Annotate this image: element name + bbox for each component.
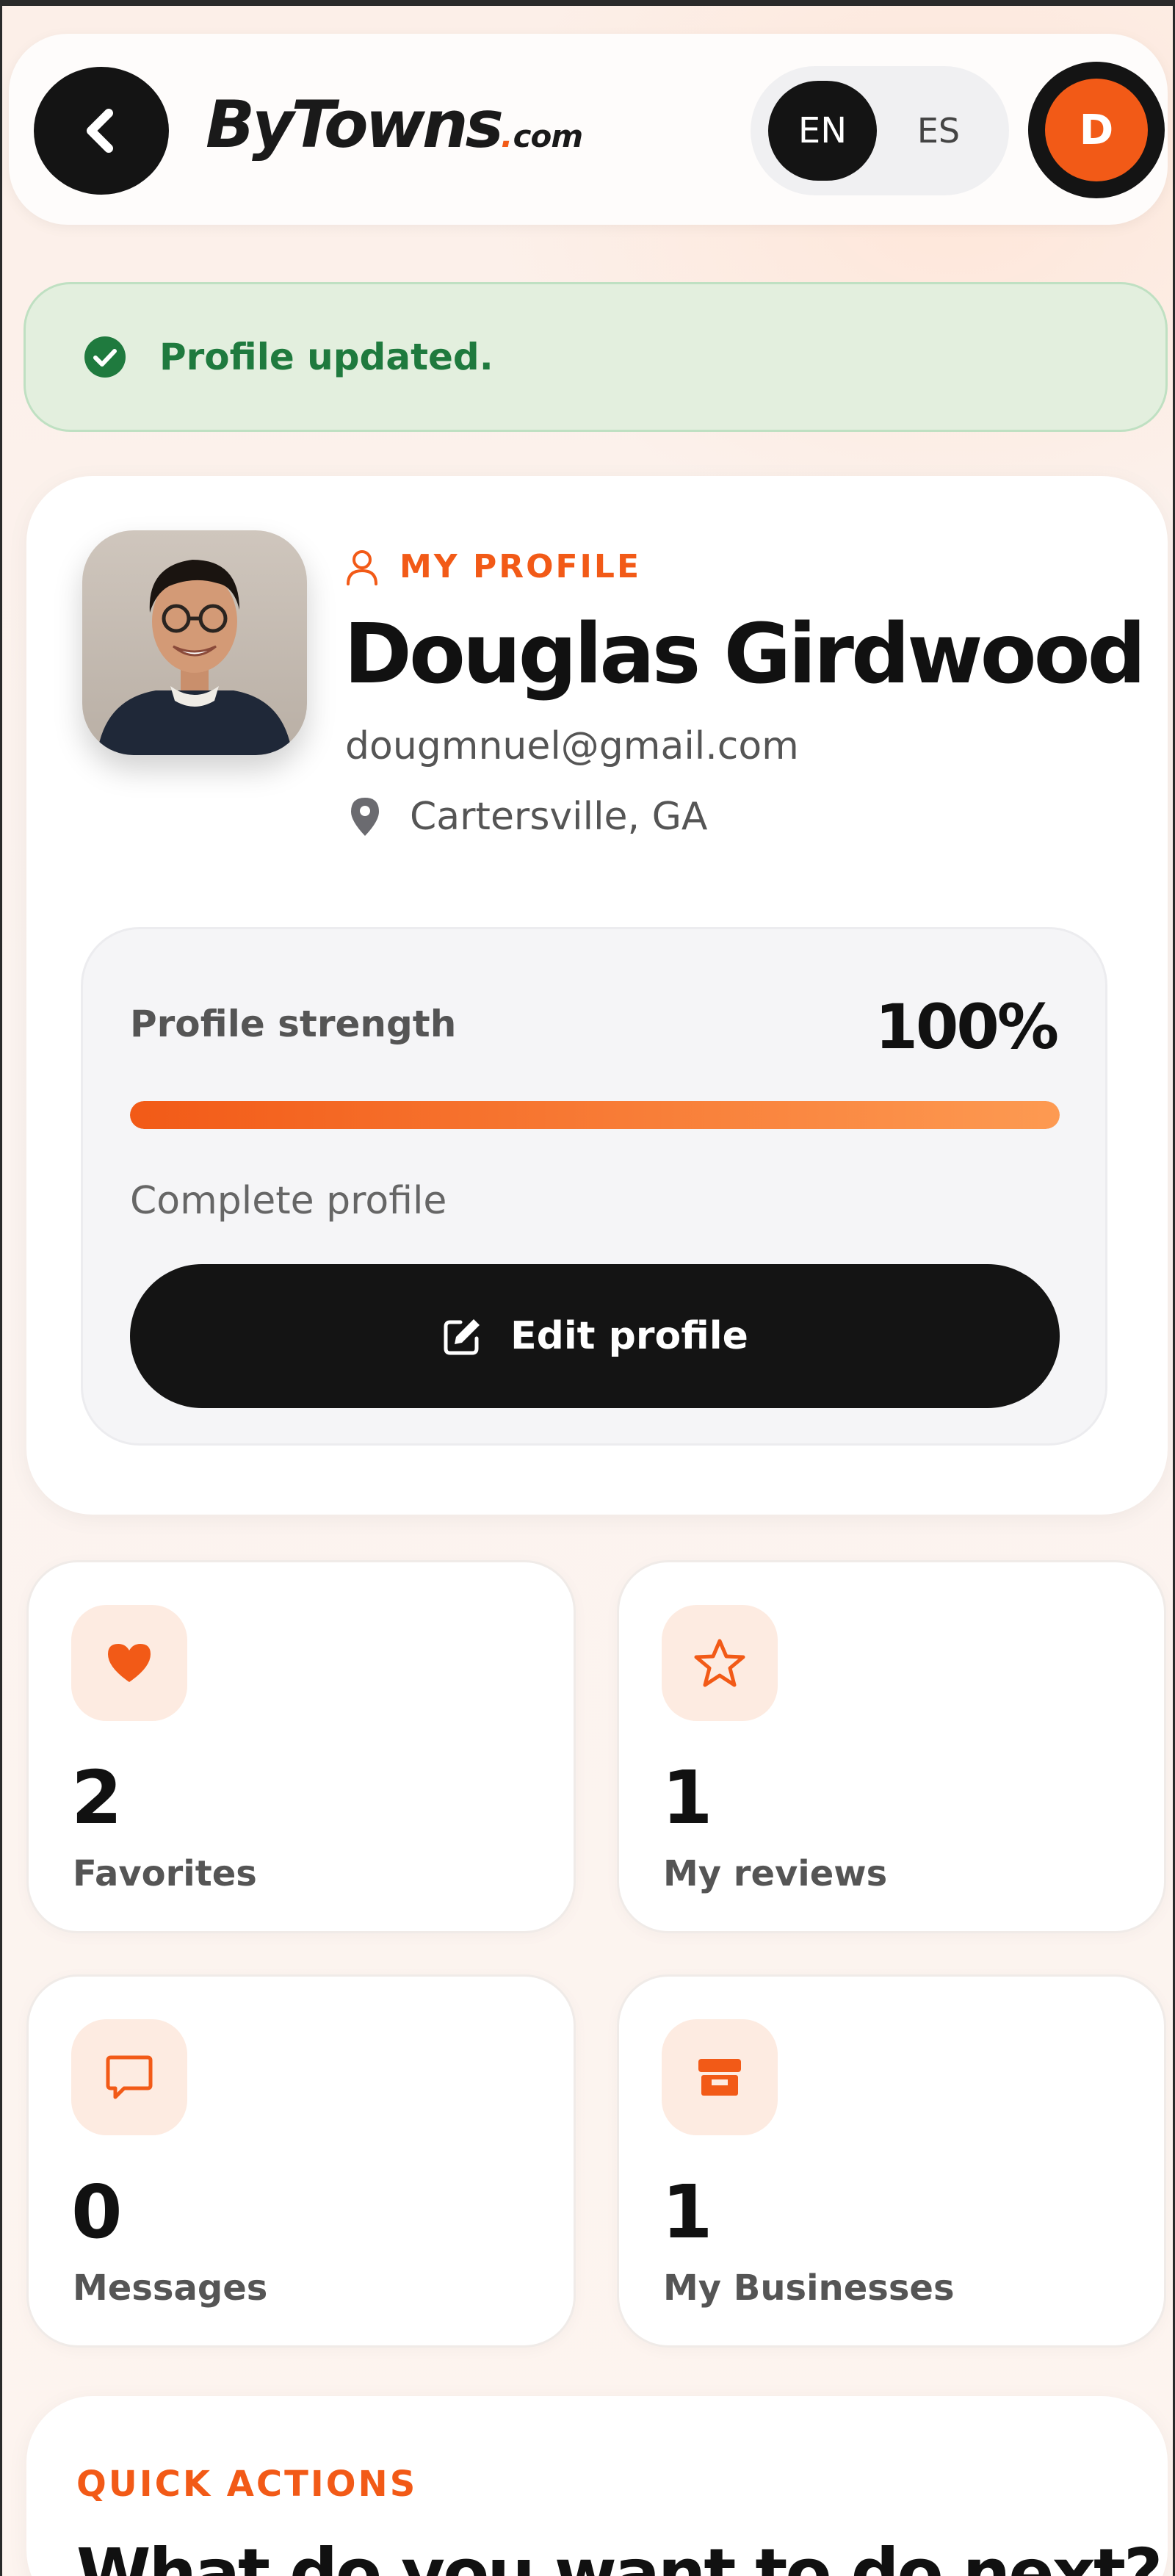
user-avatar-initial: D <box>1045 79 1148 181</box>
profile-location: Cartersville, GA <box>350 795 707 839</box>
messages-label: Messages <box>73 2267 268 2309</box>
stat-icon-badge <box>662 1605 778 1721</box>
businesses-label: My Businesses <box>663 2267 955 2309</box>
profile-strength-value: 100% <box>875 991 1059 1063</box>
star-icon <box>694 1639 745 1687</box>
reviews-count: 1 <box>662 1755 713 1841</box>
language-es-button[interactable]: ES <box>887 81 990 181</box>
logo-main-text: ByTowns <box>206 87 504 162</box>
window-frame-left <box>0 0 2 2576</box>
profile-photo-image <box>82 530 307 755</box>
businesses-stat-card[interactable]: 1 My Businesses <box>617 1974 1166 2348</box>
reviews-stat-card[interactable]: 1 My reviews <box>617 1560 1166 1933</box>
reviews-label: My reviews <box>663 1853 888 1894</box>
user-menu-button[interactable]: D <box>1028 62 1165 198</box>
messages-stat-card[interactable]: 0 Messages <box>26 1974 576 2348</box>
back-button[interactable] <box>34 67 169 195</box>
logo-suffix: com <box>513 118 584 154</box>
quick-actions-card: QUICK ACTIONS What do you want to do nex… <box>26 2396 1168 2576</box>
edit-icon <box>444 1319 480 1355</box>
stat-icon-badge <box>71 2019 187 2135</box>
quick-actions-title: What do you want to do next? <box>76 2534 1163 2576</box>
profile-email: dougmnuel@gmail.com <box>345 724 799 768</box>
stat-icon-badge <box>71 1605 187 1721</box>
profile-photo <box>82 530 307 755</box>
businesses-count: 1 <box>662 2169 713 2255</box>
store-icon <box>698 2059 741 2096</box>
profile-card: MY PROFILE Douglas Girdwood dougmnuel@gm… <box>26 476 1168 1515</box>
stat-icon-badge <box>662 2019 778 2135</box>
profile-name: Douglas Girdwood <box>344 607 1146 702</box>
window-frame-top <box>0 0 1175 6</box>
profile-eyebrow-label: MY PROFILE <box>400 548 642 585</box>
check-circle-icon <box>84 336 126 378</box>
profile-strength-status: Complete profile <box>130 1179 447 1223</box>
profile-location-text: Cartersville, GA <box>410 795 708 839</box>
message-icon <box>106 2055 153 2099</box>
language-toggle: EN ES <box>751 66 1009 195</box>
favorites-label: Favorites <box>73 1853 257 1894</box>
logo-dot: . <box>500 118 513 155</box>
top-header: ByTowns . com EN ES D <box>9 34 1168 225</box>
map-pin-icon <box>351 798 379 836</box>
profile-strength-label: Profile strength <box>130 1003 457 1045</box>
alert-message: Profile updated. <box>159 336 494 378</box>
edit-profile-button[interactable]: Edit profile <box>130 1264 1060 1408</box>
favorites-count: 2 <box>71 1755 123 1841</box>
messages-count: 0 <box>71 2169 123 2255</box>
site-logo[interactable]: ByTowns . com <box>206 87 584 167</box>
edit-profile-label: Edit profile <box>510 1314 748 1358</box>
language-en-button[interactable]: EN <box>768 81 877 181</box>
profile-strength-bar <box>130 1101 1060 1129</box>
success-alert: Profile updated. <box>24 282 1168 432</box>
quick-actions-eyebrow: QUICK ACTIONS <box>76 2464 418 2505</box>
chevron-left-icon <box>87 109 113 153</box>
profile-eyebrow: MY PROFILE <box>345 548 641 585</box>
profile-strength-panel: Profile strength 100% Complete profile E… <box>81 927 1107 1446</box>
user-icon <box>347 549 377 585</box>
heart-icon <box>108 1644 151 1682</box>
favorites-stat-card[interactable]: 2 Favorites <box>26 1560 576 1933</box>
profile-strength-bar-fill <box>130 1101 1060 1129</box>
